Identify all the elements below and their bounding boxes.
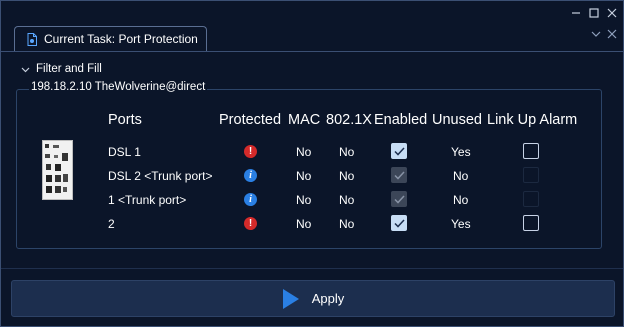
document-icon: [27, 32, 37, 46]
mac-value: No: [296, 145, 312, 159]
link-up-alarm-checkbox: [523, 167, 539, 183]
window-controls: [569, 4, 619, 22]
enabled-checkbox[interactable]: [391, 143, 407, 159]
dot1x-value: No: [339, 193, 355, 207]
header-link-up-alarm: Link Up Alarm: [487, 112, 578, 128]
header-enabled: Enabled: [374, 112, 428, 128]
tab-bar: Current Task: Port Protection: [1, 23, 623, 52]
header-unused: Unused: [432, 112, 482, 128]
link-up-alarm-checkbox: [523, 191, 539, 207]
port-name: DSL 1: [108, 145, 141, 159]
mac-value: No: [296, 169, 312, 183]
play-icon: [282, 288, 299, 309]
section-title: Filter and Fill: [36, 63, 102, 75]
link-up-alarm-checkbox[interactable]: [523, 215, 539, 231]
enabled-checkbox: [391, 167, 407, 183]
header-protected: Protected: [219, 112, 282, 128]
port-name: DSL 2 <Trunk port>: [108, 169, 213, 183]
close-icon[interactable]: [605, 6, 619, 20]
tab-current-task[interactable]: Current Task: Port Protection: [14, 26, 207, 51]
apply-label: Apply: [311, 291, 345, 306]
enabled-checkbox[interactable]: [391, 215, 407, 231]
filter-and-fill-header[interactable]: Filter and Fill: [21, 63, 102, 75]
close-tab-icon[interactable]: [607, 29, 617, 39]
unused-value: No: [453, 193, 469, 207]
chevron-down-icon[interactable]: [591, 29, 601, 39]
footer-divider: [1, 268, 623, 269]
mac-value: No: [296, 217, 312, 231]
unused-value: Yes: [451, 217, 471, 231]
port-name: 1 <Trunk port>: [108, 193, 187, 207]
header-ports: Ports: [108, 112, 142, 128]
dot1x-value: No: [339, 217, 355, 231]
maximize-icon[interactable]: [587, 6, 601, 20]
apply-button[interactable]: Apply: [11, 280, 615, 317]
link-up-alarm-checkbox[interactable]: [523, 143, 539, 159]
device-label: 198.18.2.10 TheWolverine@direct: [29, 81, 208, 93]
port-name: 2: [108, 217, 115, 231]
chevron-down-icon: [21, 67, 30, 72]
dot1x-value: No: [339, 145, 355, 159]
header-802-1x: 802.1X: [326, 112, 372, 128]
tab-title: Current Task: Port Protection: [44, 32, 198, 46]
minimize-icon[interactable]: [569, 6, 583, 20]
unused-value: No: [453, 169, 469, 183]
error-icon[interactable]: !: [244, 217, 257, 230]
device-image: [42, 140, 73, 200]
mac-value: No: [296, 193, 312, 207]
tab-tools: [591, 29, 617, 39]
task-window: Current Task: Port Protection Filter and…: [0, 0, 624, 327]
info-icon[interactable]: i: [244, 193, 257, 206]
header-mac: MAC: [288, 112, 321, 128]
enabled-checkbox: [391, 191, 407, 207]
info-icon[interactable]: i: [244, 169, 257, 182]
dot1x-value: No: [339, 169, 355, 183]
error-icon[interactable]: !: [244, 145, 257, 158]
unused-value: Yes: [451, 145, 471, 159]
